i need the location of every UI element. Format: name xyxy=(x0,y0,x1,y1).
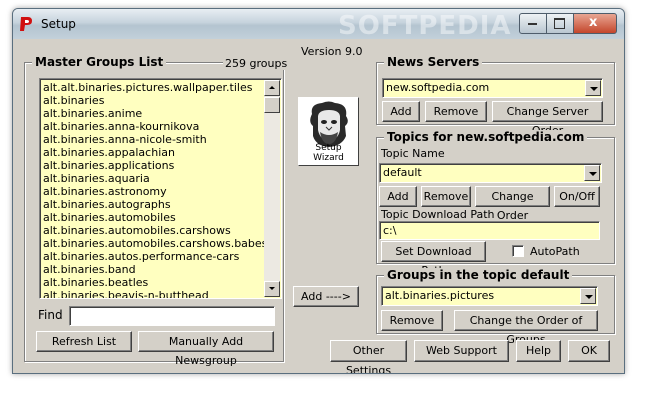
topic-group-select[interactable]: alt.binaries.pictures xyxy=(381,286,598,306)
remove-group-button[interactable]: Remove xyxy=(381,310,443,331)
app-icon xyxy=(20,17,32,31)
maximize-button[interactable] xyxy=(546,13,574,34)
list-item[interactable]: alt.binaries.anna-kournikova xyxy=(43,120,281,133)
help-button[interactable]: Help xyxy=(516,340,561,362)
autopath-label: AutoPath xyxy=(530,245,580,258)
topic-select[interactable]: default xyxy=(379,163,602,183)
maximize-icon xyxy=(554,18,565,29)
remove-topic-button[interactable]: Remove xyxy=(421,186,471,207)
web-support-button[interactable]: Web Support xyxy=(414,340,509,362)
change-group-order-button[interactable]: Change the Order of Groups xyxy=(454,310,598,346)
wizard-label: Setup Wizard xyxy=(313,143,344,163)
list-item[interactable]: alt.binaries.automobiles xyxy=(43,211,281,224)
list-item[interactable]: alt.binaries.anime xyxy=(43,107,281,120)
topic-value: default xyxy=(383,166,422,179)
title-bar[interactable]: Setup SOFTPEDIA x xyxy=(13,9,624,41)
list-item[interactable]: alt.binaries.autos.performance-cars xyxy=(43,250,281,263)
chevron-down-icon[interactable] xyxy=(580,288,596,304)
version-label: Version 9.0 xyxy=(301,45,363,58)
close-icon: x xyxy=(589,15,598,30)
setup-wizard-button[interactable]: Setup Wizard xyxy=(298,97,359,166)
topics-title: Topics for new.softpedia.com xyxy=(384,130,588,144)
change-server-order-button[interactable]: Change Server Order xyxy=(492,101,603,137)
topic-group-value: alt.binaries.pictures xyxy=(385,289,495,302)
remove-server-button[interactable]: Remove xyxy=(425,101,487,122)
list-scrollbar[interactable] xyxy=(264,80,280,297)
chevron-down-icon[interactable] xyxy=(584,165,600,181)
find-input[interactable] xyxy=(69,306,275,326)
list-item[interactable]: alt.alt.binaries.pictures.wallpaper.tile… xyxy=(43,81,281,94)
master-groups-title: Master Groups List xyxy=(32,55,167,69)
list-item[interactable]: alt.binaries.anna-nicole-smith xyxy=(43,133,281,146)
master-groups-listbox[interactable]: alt.alt.binaries.pictures.wallpaper.tile… xyxy=(39,78,282,299)
list-item[interactable]: alt.binaries.automobiles.carshows xyxy=(43,224,281,237)
ok-button[interactable]: OK xyxy=(568,340,610,362)
add-to-topic-button[interactable]: Add ----> xyxy=(293,286,359,307)
find-label: Find xyxy=(38,308,63,322)
list-item[interactable]: alt.binaries.beavis-n-butthead xyxy=(43,289,281,298)
other-settings-button[interactable]: Other Settings xyxy=(330,340,407,373)
download-path-input[interactable]: c:\ xyxy=(379,221,600,240)
news-server-value: new.softpedia.com xyxy=(386,81,490,94)
autopath-checkbox[interactable] xyxy=(512,245,524,257)
minimize-button[interactable] xyxy=(519,13,547,34)
list-item[interactable]: alt.binaries.astronomy xyxy=(43,185,281,198)
list-item[interactable]: alt.binaries xyxy=(43,94,281,107)
topic-name-label: Topic Name xyxy=(381,147,445,160)
news-server-select[interactable]: new.softpedia.com xyxy=(382,78,603,98)
scroll-thumb[interactable] xyxy=(264,97,280,113)
add-server-button[interactable]: Add xyxy=(382,101,420,122)
news-servers-title: News Servers xyxy=(384,55,483,69)
groups-count: 259 groups xyxy=(223,57,290,70)
topic-onoff-button[interactable]: On/Off xyxy=(554,186,600,207)
list-item[interactable]: alt.binaries.applications xyxy=(43,159,281,172)
set-download-path-button[interactable]: Set Download Path xyxy=(381,241,486,277)
dialog-client: Master Groups List 259 groups alt.alt.bi… xyxy=(19,40,617,373)
manually-add-newsgroup-button[interactable]: Manually Add Newsgroup xyxy=(138,331,274,367)
list-item[interactable]: alt.binaries.appalachian xyxy=(43,146,281,159)
scroll-up-icon[interactable] xyxy=(264,80,280,96)
list-item[interactable]: alt.binaries.aquaria xyxy=(43,172,281,185)
close-button[interactable]: x xyxy=(573,13,617,34)
groups-in-topic-title: Groups in the topic default xyxy=(384,268,573,282)
list-item[interactable]: alt.binaries.automobiles.carshows.babes xyxy=(43,237,281,250)
list-item[interactable]: alt.binaries.beatles xyxy=(43,276,281,289)
chevron-down-icon[interactable] xyxy=(585,80,601,96)
list-item[interactable]: alt.binaries.band xyxy=(43,263,281,276)
watermark: SOFTPEDIA xyxy=(338,11,512,41)
change-topic-order-button[interactable]: Change Order xyxy=(475,186,550,222)
refresh-list-button[interactable]: Refresh List xyxy=(36,331,132,352)
scroll-down-icon[interactable] xyxy=(264,281,280,297)
minimize-icon xyxy=(528,23,537,25)
window-title: Setup xyxy=(41,17,76,31)
list-item[interactable]: alt.binaries.autographs xyxy=(43,198,281,211)
master-groups-list: alt.alt.binaries.pictures.wallpaper.tile… xyxy=(40,79,281,298)
add-topic-button[interactable]: Add xyxy=(379,186,417,207)
setup-window: Setup SOFTPEDIA x Master Groups List 259… xyxy=(12,8,625,374)
download-path-label: Topic Download Path xyxy=(381,208,495,221)
